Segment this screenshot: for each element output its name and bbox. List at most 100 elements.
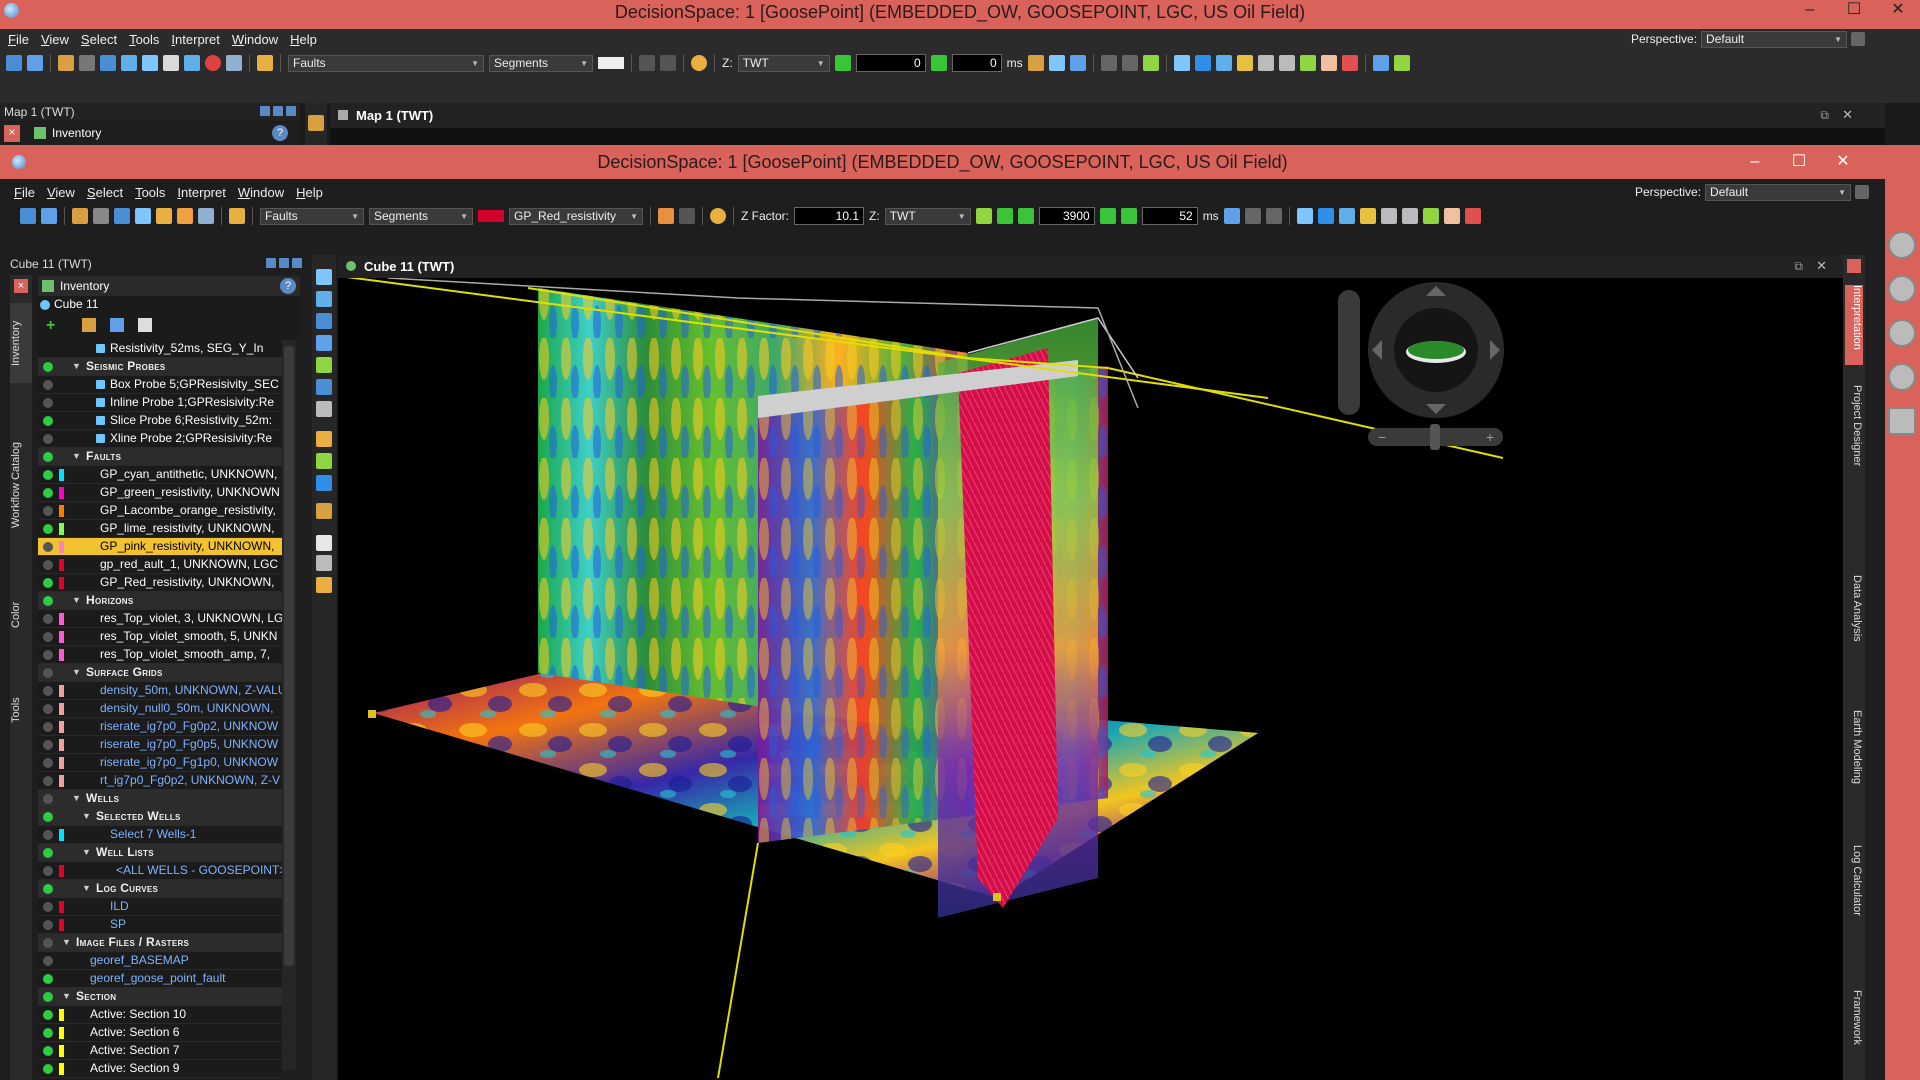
tool-icon[interactable] — [975, 208, 992, 224]
visibility-toggle-icon[interactable] — [43, 362, 53, 372]
new-icon[interactable] — [6, 55, 22, 71]
3d-viewport[interactable]: − + — [338, 278, 1843, 1080]
tab-inventory[interactable]: Inventory — [10, 303, 32, 383]
tool-icon[interactable] — [82, 318, 96, 332]
step-forward-icon[interactable] — [1099, 208, 1116, 224]
tree-item[interactable]: Inline Probe 1;GPResisivity:Re — [38, 394, 282, 412]
tool-icon[interactable] — [93, 208, 109, 224]
visibility-toggle-icon[interactable] — [43, 470, 53, 480]
undo-icon[interactable] — [658, 208, 674, 224]
probe-handle[interactable] — [993, 893, 1001, 901]
tree-category[interactable]: ▼ Surface Grids — [38, 664, 282, 682]
help-icon[interactable]: ? — [280, 278, 296, 294]
menu-help[interactable]: Help — [290, 32, 317, 47]
menu-tools[interactable]: Tools — [129, 32, 159, 47]
visibility-toggle-icon[interactable] — [43, 560, 53, 570]
tool-icon[interactable] — [198, 208, 214, 224]
visibility-toggle-icon[interactable] — [43, 920, 53, 930]
tool-icon[interactable] — [79, 55, 95, 71]
maximize-button[interactable]: ☐ — [1832, 0, 1876, 24]
tree-item[interactable]: Resistivity_52ms, SEG_Y_In — [38, 340, 282, 358]
tab-earth-modeling[interactable]: Earth Modeling — [1845, 710, 1863, 820]
tool-icon[interactable] — [142, 55, 158, 71]
tool-icon[interactable] — [316, 313, 332, 329]
tree-item[interactable]: Active: Section 10 — [38, 1006, 282, 1024]
visibility-toggle-icon[interactable] — [43, 434, 53, 444]
save-icon[interactable] — [72, 208, 88, 224]
tree-item[interactable]: GP_lime_resistivity, UNKNOWN, — [38, 520, 282, 538]
tree-item[interactable]: Slice Probe 6;Resistivity_52m: — [38, 412, 282, 430]
menu-select[interactable]: Select — [81, 32, 117, 47]
gadget-icon[interactable] — [1888, 363, 1916, 391]
visibility-toggle-icon[interactable] — [43, 686, 53, 696]
tree-item[interactable]: gp_red_ault_1, UNKNOWN, LGC — [38, 556, 282, 574]
menu-interpret[interactable]: Interpret — [171, 32, 219, 47]
tool-icon[interactable] — [1338, 208, 1355, 224]
tree-item[interactable]: GP_cyan_antithetic, UNKNOWN, — [38, 466, 282, 484]
step-field[interactable]: 0 — [951, 54, 1002, 72]
faults-combo[interactable]: Faults ▼ — [288, 54, 484, 72]
tool-icon[interactable] — [1296, 208, 1313, 224]
tree-item[interactable]: res_Top_violet_smooth, 5, UNKN — [38, 628, 282, 646]
probe-handle[interactable] — [368, 710, 376, 718]
tree-category[interactable]: ▼ Selected Wells — [38, 808, 282, 826]
tree-item[interactable]: Box Probe 5;GPResisivity_SEC — [38, 376, 282, 394]
close-icon[interactable] — [1847, 259, 1861, 273]
tool-icon[interactable] — [316, 475, 332, 491]
perspective-icon[interactable] — [1851, 32, 1866, 46]
visibility-toggle-icon[interactable] — [43, 650, 53, 660]
redo-icon[interactable] — [679, 208, 695, 224]
visibility-toggle-icon[interactable] — [43, 398, 53, 408]
close-icon[interactable]: × — [4, 125, 20, 142]
expand-icon[interactable]: ▼ — [72, 592, 81, 609]
tree-item[interactable]: riserate_ig7p0_Fg0p2, UNKNOW — [38, 718, 282, 736]
z-domain-combo[interactable]: TWT ▼ — [737, 54, 830, 72]
tool-icon[interactable] — [316, 453, 332, 469]
segments-combo[interactable]: Segments ▼ — [489, 54, 593, 72]
visibility-toggle-icon[interactable] — [43, 524, 53, 534]
tree-item[interactable]: georef_BASEMAP — [38, 952, 282, 970]
visibility-toggle-icon[interactable] — [43, 506, 53, 516]
segments-combo[interactable]: Segments ▼ — [369, 207, 473, 225]
tool-icon[interactable] — [1401, 208, 1418, 224]
visibility-toggle-icon[interactable] — [43, 722, 53, 732]
scrollbar-thumb[interactable] — [284, 346, 294, 966]
help-icon[interactable]: ? — [272, 125, 288, 141]
tool-icon[interactable] — [1393, 55, 1410, 71]
tree-category[interactable]: ▼ Faults — [38, 448, 282, 466]
tool-icon[interactable] — [1223, 208, 1240, 224]
tree-item[interactable]: density_50m, UNKNOWN, Z-VALU — [38, 682, 282, 700]
panel-max-icon[interactable] — [292, 258, 302, 268]
visibility-toggle-icon[interactable] — [43, 884, 53, 894]
menu-view[interactable]: View — [41, 32, 69, 47]
expand-icon[interactable]: ▼ — [82, 880, 91, 897]
tab-workflow-catalog[interactable]: Workflow Catalog — [10, 425, 32, 545]
sun-icon[interactable] — [710, 208, 726, 224]
time-field[interactable]: 0 — [855, 54, 926, 72]
close-icon[interactable]: × — [14, 279, 28, 293]
expand-icon[interactable]: ▼ — [82, 808, 91, 825]
tab-color[interactable]: Color — [10, 585, 32, 645]
tool-icon[interactable] — [1215, 55, 1232, 71]
tree-item[interactable]: Xline Probe 2;GPResisivity:Re — [38, 430, 282, 448]
active-fault-color-swatch[interactable] — [478, 210, 504, 222]
tab-framework[interactable]: Framework — [1845, 990, 1863, 1080]
visibility-toggle-icon[interactable] — [43, 614, 53, 624]
tree-category[interactable]: ▼ Wells — [38, 790, 282, 808]
tool-icon[interactable] — [226, 55, 242, 71]
zfactor-field[interactable]: 10.1 — [794, 207, 865, 225]
pencil-icon[interactable] — [257, 55, 273, 71]
visibility-toggle-icon[interactable] — [43, 452, 53, 462]
tree-category[interactable]: ▼ Image Files / Rasters — [38, 934, 282, 952]
tool-icon[interactable] — [1320, 55, 1337, 71]
expand-icon[interactable]: ▼ — [72, 358, 81, 375]
tree-item[interactable]: Active: Section 6 — [38, 1024, 282, 1042]
tool-icon[interactable] — [316, 401, 332, 417]
step-back-icon[interactable] — [1017, 208, 1034, 224]
visibility-toggle-icon[interactable] — [43, 974, 53, 984]
tree-category[interactable]: ▼ Section — [38, 988, 282, 1006]
navigation-compass[interactable]: − + — [1338, 282, 1504, 450]
visibility-toggle-icon[interactable] — [43, 668, 53, 678]
tool-icon[interactable] — [316, 335, 332, 351]
minimize-button[interactable]: – — [1788, 0, 1832, 24]
